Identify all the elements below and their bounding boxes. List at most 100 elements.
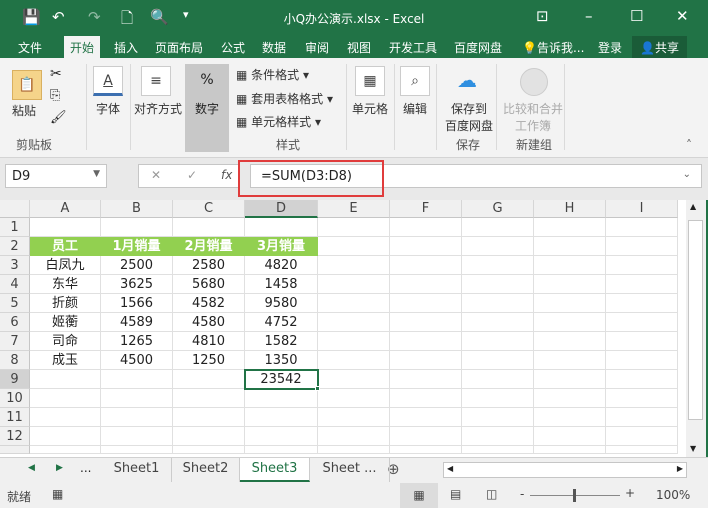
cell-D1[interactable] (245, 218, 318, 237)
column-header-H[interactable]: H (534, 200, 606, 218)
cell-F3[interactable] (390, 256, 462, 275)
cell-C7[interactable]: 4810 (173, 332, 245, 351)
cell-F9[interactable] (390, 370, 462, 389)
more-sheets-icon[interactable]: ... (80, 461, 91, 475)
tab-developer[interactable]: 开发工具 (389, 39, 437, 56)
close-icon[interactable]: ✕ (676, 7, 689, 25)
cell-E9[interactable] (318, 370, 390, 389)
cell-I9[interactable] (606, 370, 678, 389)
cell-B8[interactable]: 4500 (101, 351, 173, 370)
cell-C5[interactable]: 4582 (173, 294, 245, 313)
column-header-A[interactable]: A (30, 200, 101, 218)
baidu-cloud-icon[interactable]: ☁ (452, 68, 482, 94)
table-format-button[interactable]: ▦ 套用表格格式 ▾ (236, 90, 333, 107)
cell-F2[interactable] (390, 237, 462, 256)
zoom-slider[interactable] (530, 489, 620, 502)
cell-H5[interactable] (534, 294, 606, 313)
cell-G9[interactable] (462, 370, 534, 389)
cell-F7[interactable] (390, 332, 462, 351)
cell-G10[interactable] (462, 389, 534, 408)
cell-F4[interactable] (390, 275, 462, 294)
column-header-E[interactable]: E (318, 200, 390, 218)
vertical-scrollbar[interactable]: ▲ ▼ (686, 200, 706, 457)
cell-E11[interactable] (318, 408, 390, 427)
cell-H13[interactable] (534, 446, 606, 454)
sheet-tab-3[interactable]: Sheet3 (240, 458, 310, 482)
cell-D5[interactable]: 9580 (245, 294, 318, 313)
page-layout-view-icon[interactable]: ▤ (450, 487, 461, 501)
format-painter-icon[interactable]: 🖌 (50, 110, 67, 125)
next-sheet-icon[interactable]: ▶ (56, 463, 63, 473)
row-header-8[interactable]: 8 (0, 351, 30, 370)
cell-D10[interactable] (245, 389, 318, 408)
cell-G12[interactable] (462, 427, 534, 446)
cell-B7[interactable]: 1265 (101, 332, 173, 351)
cell-G8[interactable] (462, 351, 534, 370)
cell-I10[interactable] (606, 389, 678, 408)
row-header-2[interactable]: 2 (0, 237, 30, 256)
cell-G11[interactable] (462, 408, 534, 427)
cancel-icon[interactable]: ✕ (151, 168, 161, 182)
cell-E10[interactable] (318, 389, 390, 408)
cell-I7[interactable] (606, 332, 678, 351)
sign-in[interactable]: 登录 (598, 39, 622, 56)
row-header-6[interactable]: 6 (0, 313, 30, 332)
zoom-in-button[interactable]: + (625, 486, 635, 500)
cell-H1[interactable] (534, 218, 606, 237)
cell-I8[interactable] (606, 351, 678, 370)
cell-A7[interactable]: 司命 (30, 332, 101, 351)
zoom-level[interactable]: 100% (656, 488, 690, 502)
copy-icon[interactable]: ⎘ (50, 88, 60, 103)
tab-view[interactable]: 视图 (347, 39, 371, 56)
enter-icon[interactable]: ✓ (187, 168, 197, 182)
cell-C6[interactable]: 4580 (173, 313, 245, 332)
cell-E8[interactable] (318, 351, 390, 370)
align-icon[interactable]: ≡ (141, 66, 171, 96)
cell-A9[interactable] (30, 370, 101, 389)
tab-baidu[interactable]: 百度网盘 (454, 39, 502, 56)
cell-A2[interactable]: 员工 (30, 237, 101, 256)
cell-A3[interactable]: 白凤九 (30, 256, 101, 275)
cell-A12[interactable] (30, 427, 101, 446)
horizontal-scrollbar[interactable]: ◀ ▶ (443, 462, 687, 478)
font-icon[interactable]: A (93, 66, 123, 96)
sheet-tab-2[interactable]: Sheet2 (172, 458, 240, 482)
page-break-view-icon[interactable]: ◫ (486, 487, 497, 501)
cell-B3[interactable]: 2500 (101, 256, 173, 275)
tell-me[interactable]: 💡告诉我... (522, 39, 584, 56)
cell-B2[interactable]: 1月销量 (101, 237, 173, 256)
cell-E13[interactable] (318, 446, 390, 454)
collapse-ribbon-icon[interactable]: ˄ (686, 138, 692, 152)
cell-G1[interactable] (462, 218, 534, 237)
cell-A8[interactable]: 成玉 (30, 351, 101, 370)
tab-insert[interactable]: 插入 (114, 39, 138, 56)
cell-H6[interactable] (534, 313, 606, 332)
search-icon[interactable]: ⌕ (400, 66, 430, 96)
cell-F5[interactable] (390, 294, 462, 313)
cell-C2[interactable]: 2月销量 (173, 237, 245, 256)
cell-A6[interactable]: 姬蘅 (30, 313, 101, 332)
cut-icon[interactable]: ✂ (50, 66, 62, 82)
row-header-3[interactable]: 3 (0, 256, 30, 275)
tab-home[interactable]: 开始 (64, 36, 101, 58)
cell-H10[interactable] (534, 389, 606, 408)
cell-I12[interactable] (606, 427, 678, 446)
cell-H8[interactable] (534, 351, 606, 370)
macro-record-icon[interactable]: ▦ (52, 487, 63, 501)
maximize-icon[interactable]: ☐ (630, 7, 643, 25)
cell-B5[interactable]: 1566 (101, 294, 173, 313)
cell-H7[interactable] (534, 332, 606, 351)
cell-D8[interactable]: 1350 (245, 351, 318, 370)
row-header-12[interactable]: 12 (0, 427, 30, 446)
cell-A10[interactable] (30, 389, 101, 408)
cell-E4[interactable] (318, 275, 390, 294)
cell-style-button[interactable]: ▦ 单元格样式 ▾ (236, 113, 321, 130)
minimize-icon[interactable]: – (585, 7, 593, 25)
row-header-7[interactable]: 7 (0, 332, 30, 351)
cell-G13[interactable] (462, 446, 534, 454)
cell-A11[interactable] (30, 408, 101, 427)
cell-D6[interactable]: 4752 (245, 313, 318, 332)
row-header-11[interactable]: 11 (0, 408, 30, 427)
cell-H12[interactable] (534, 427, 606, 446)
share-button[interactable]: 👤共享 (632, 36, 687, 58)
